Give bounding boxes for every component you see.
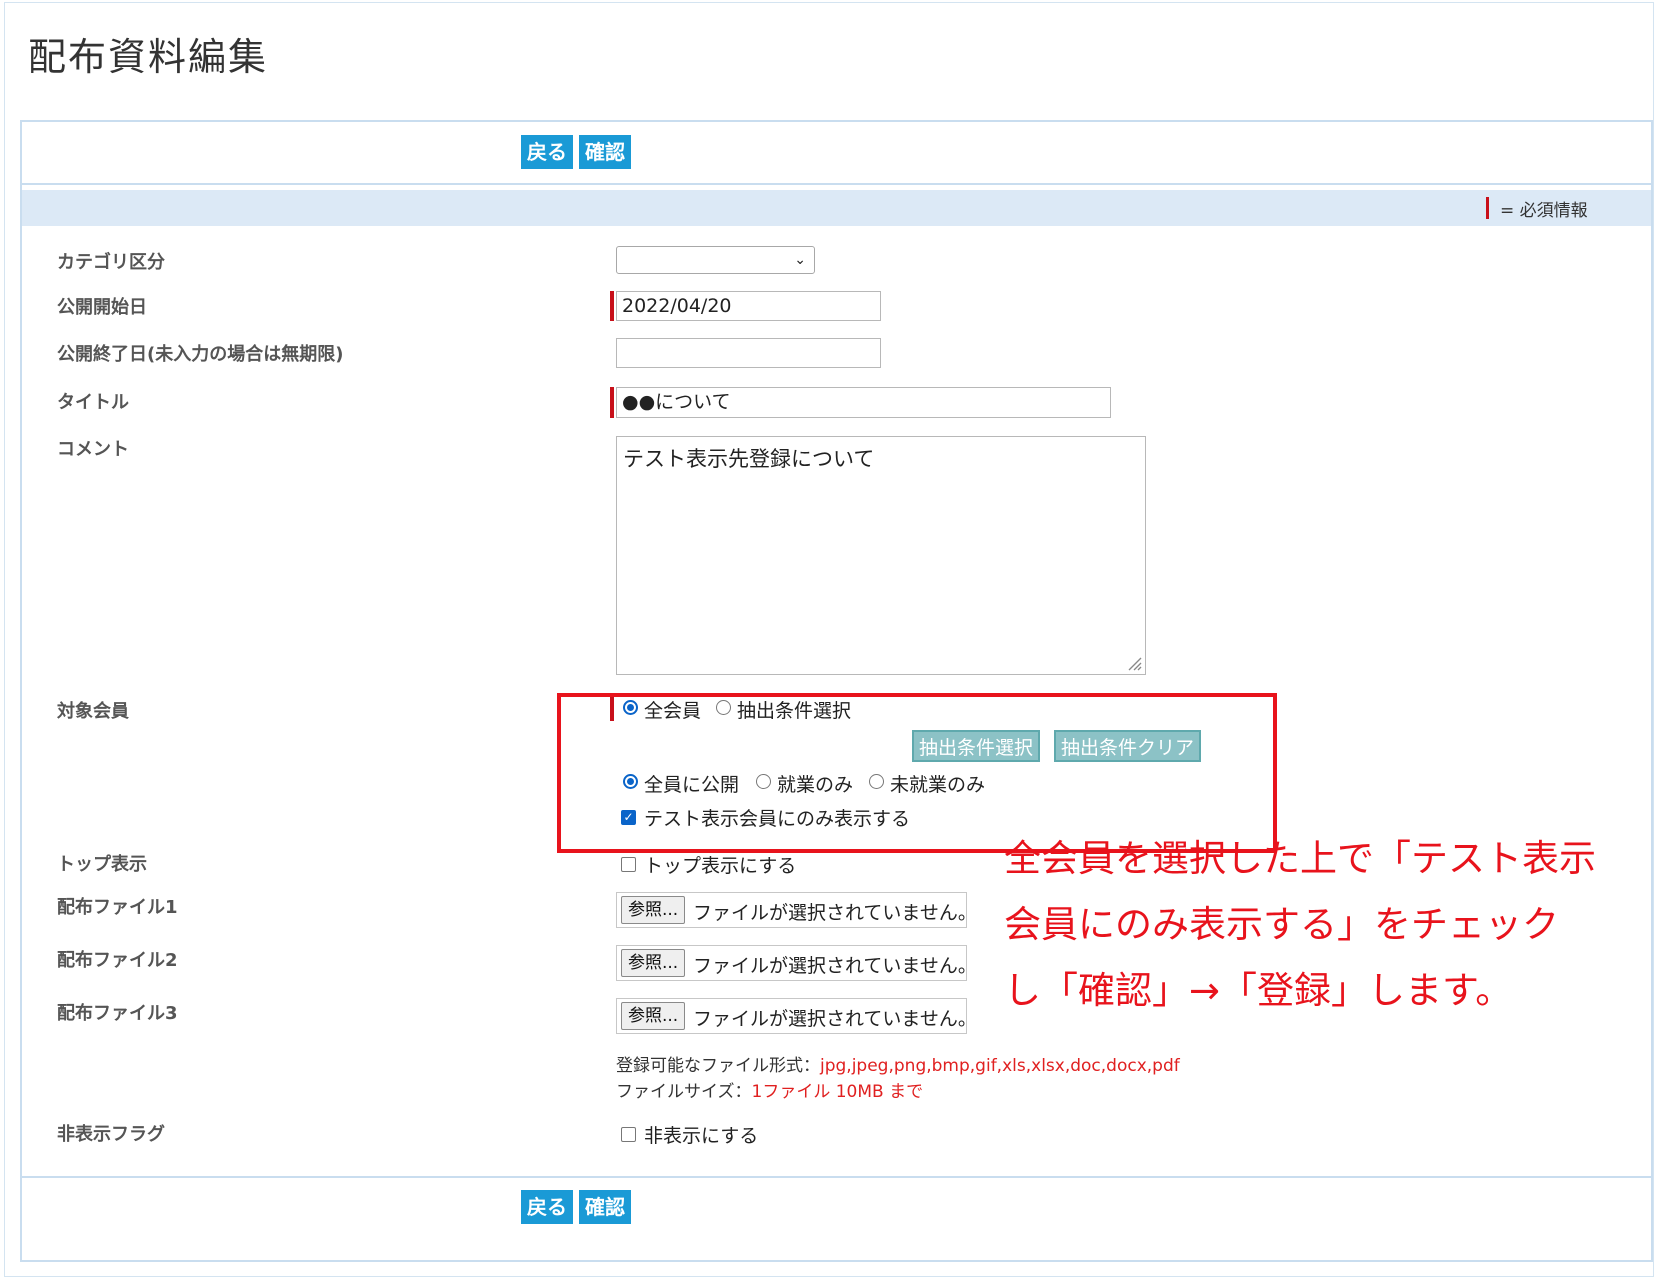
- required-legend-band: [22, 190, 1651, 226]
- toolbar-divider: [22, 183, 1651, 185]
- top-display-label: トップ表示: [57, 854, 147, 875]
- file-formats-label: 登録可能なファイル形式：: [616, 1056, 820, 1076]
- start-date-label: 公開開始日: [57, 297, 147, 318]
- end-date-label: 公開終了日(未入力の場合は無期限): [57, 344, 344, 365]
- comment-text: テスト表示先登録について: [623, 447, 875, 471]
- file3-input[interactable]: 参照... ファイルが選択されていません。: [616, 998, 977, 1034]
- required-marker-icon: [1486, 197, 1489, 219]
- annotation-line-3: し「確認」→「登録」します。: [1004, 969, 1513, 1012]
- hidden-flag-label: 非表示フラグ: [57, 1124, 165, 1145]
- file2-browse-button[interactable]: 参照...: [621, 949, 686, 977]
- title-label: タイトル: [57, 392, 129, 413]
- confirm-button-bottom[interactable]: 確認: [579, 1190, 631, 1224]
- file2-input[interactable]: 参照... ファイルが選択されていません。: [616, 945, 977, 981]
- category-label: カテゴリ区分: [57, 252, 165, 273]
- file1-label: 配布ファイル1: [57, 897, 178, 918]
- page-title: 配布資料編集: [28, 35, 269, 79]
- bottom-divider: [22, 1176, 1651, 1178]
- annotation-line-1: 全会員を選択した上で「テスト表示: [1004, 837, 1596, 880]
- required-indicator: [610, 387, 614, 418]
- top-display-checkbox[interactable]: [621, 857, 636, 872]
- file3-label: 配布ファイル3: [57, 1003, 178, 1024]
- target-members-label: 対象会員: [57, 701, 129, 722]
- end-date-input[interactable]: [616, 338, 881, 368]
- file-size-label: ファイルサイズ：: [616, 1082, 752, 1102]
- title-input[interactable]: ●●について: [616, 387, 1111, 418]
- file1-status: ファイルが選択されていません。: [693, 902, 977, 924]
- category-select[interactable]: ⌄: [616, 246, 815, 274]
- file2-status: ファイルが選択されていません。: [693, 955, 977, 977]
- file3-browse-button[interactable]: 参照...: [621, 1002, 686, 1030]
- hidden-flag-option-label: 非表示にする: [644, 1125, 759, 1147]
- file-size-info: ファイルサイズ：1ファイル 10MB まで: [616, 1077, 923, 1102]
- file-formats-info: 登録可能なファイル形式：jpg,jpeg,png,bmp,gif,xls,xls…: [616, 1051, 1180, 1076]
- file1-browse-button[interactable]: 参照...: [621, 896, 686, 924]
- start-date-input[interactable]: 2022/04/20: [616, 291, 881, 321]
- comment-label: コメント: [57, 439, 129, 460]
- back-button-bottom[interactable]: 戻る: [521, 1190, 573, 1224]
- required-indicator: [610, 291, 614, 321]
- required-legend: = 必須情報: [1500, 201, 1588, 221]
- hidden-flag-checkbox[interactable]: [621, 1127, 636, 1142]
- annotation-line-2: 会員にのみ表示する」をチェック: [1004, 903, 1559, 946]
- top-display-option-label: トップ表示にする: [644, 855, 797, 877]
- back-button-top[interactable]: 戻る: [521, 135, 573, 169]
- resize-grip-icon[interactable]: [1124, 653, 1142, 671]
- confirm-button-top[interactable]: 確認: [579, 135, 631, 169]
- file1-input[interactable]: 参照... ファイルが選択されていません。: [616, 892, 977, 928]
- file3-status: ファイルが選択されていません。: [693, 1008, 977, 1030]
- chevron-down-icon: ⌄: [794, 252, 806, 268]
- annotation-text: 全会員を選択した上で「テスト表示 会員にのみ表示する」をチェック し「確認」→「…: [1004, 826, 1624, 1024]
- file-formats-value: jpg,jpeg,png,bmp,gif,xls,xlsx,doc,docx,p…: [820, 1056, 1180, 1076]
- file2-label: 配布ファイル2: [57, 950, 178, 971]
- file-size-value: 1ファイル 10MB まで: [751, 1082, 924, 1102]
- comment-textarea[interactable]: テスト表示先登録について: [616, 436, 1146, 675]
